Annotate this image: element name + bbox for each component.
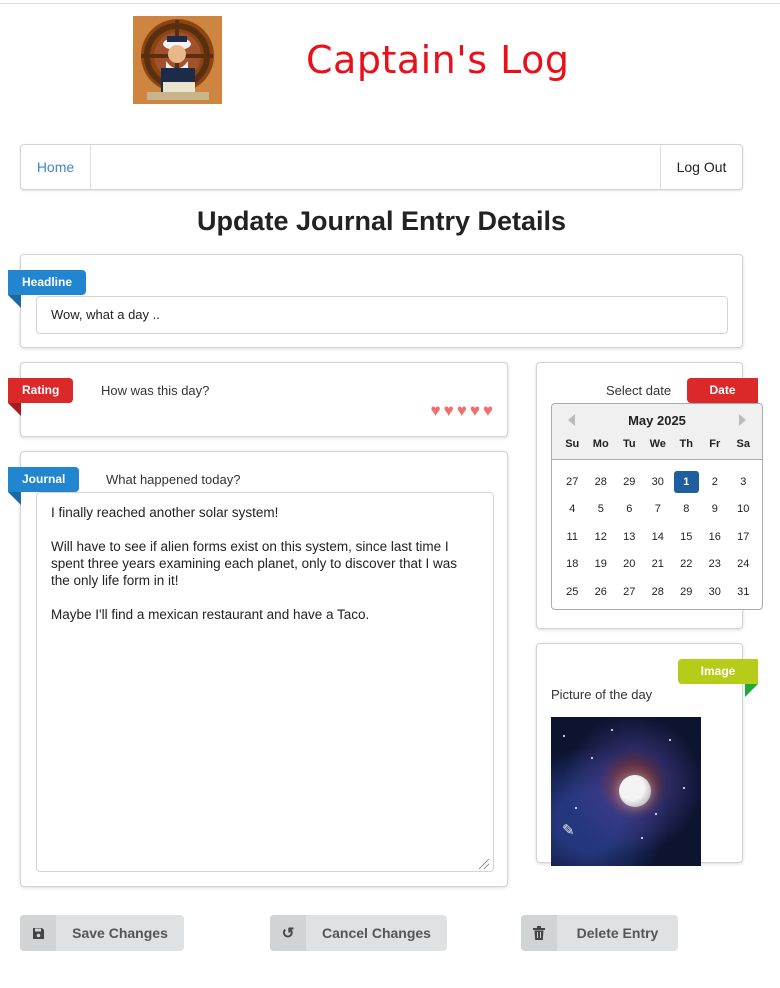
calendar-day[interactable]: 3 bbox=[729, 468, 758, 496]
rating-card: Rating How was this day? ♥ ♥ ♥ ♥ ♥ bbox=[8, 362, 508, 437]
weekday-label: Mo bbox=[592, 438, 609, 450]
calendar-day[interactable]: 13 bbox=[615, 523, 644, 551]
date-label: Select date bbox=[606, 383, 672, 398]
calendar-day[interactable]: 6 bbox=[615, 496, 644, 524]
image-card: Image Picture of the day ✎ bbox=[536, 643, 758, 866]
undo-icon: ↺ bbox=[270, 915, 306, 951]
calendar-day[interactable]: 22 bbox=[672, 551, 701, 579]
weekday-label: Fr bbox=[709, 438, 721, 450]
calendar-day[interactable]: 25 bbox=[558, 578, 587, 606]
heart-icon[interactable]: ♥ bbox=[444, 402, 454, 419]
calendar-day[interactable]: 17 bbox=[729, 523, 758, 551]
calendar-day[interactable]: 15 bbox=[672, 523, 701, 551]
calendar-day[interactable]: 16 bbox=[701, 523, 730, 551]
heart-icon[interactable]: ♥ bbox=[470, 402, 480, 419]
top-navbar: Home Log Out bbox=[20, 144, 743, 190]
journal-textarea[interactable]: I finally reached another solar system! … bbox=[36, 492, 494, 872]
calendar-day[interactable]: 28 bbox=[587, 468, 616, 496]
image-label: Picture of the day bbox=[551, 687, 653, 702]
calendar-day[interactable]: 9 bbox=[701, 496, 730, 524]
calendar-day-selected[interactable]: 1 bbox=[674, 471, 699, 493]
calendar-day[interactable]: 28 bbox=[644, 578, 673, 606]
heart-icon[interactable]: ♥ bbox=[483, 402, 493, 419]
delete-entry-label: Delete Entry bbox=[576, 925, 659, 941]
picture-of-the-day[interactable]: ✎ bbox=[551, 717, 701, 866]
journal-card: Journal What happened today? I finally r… bbox=[8, 451, 508, 887]
captain-logo bbox=[133, 16, 222, 104]
save-changes-button[interactable]: Save Changes bbox=[20, 915, 184, 951]
floppy-disk-icon bbox=[20, 915, 56, 951]
calendar-day[interactable]: 19 bbox=[587, 551, 616, 579]
journal-prompt: What happened today? bbox=[106, 472, 241, 487]
calendar-day[interactable]: 5 bbox=[587, 496, 616, 524]
calendar-widget: May 2025 Su Mo Tu We Th Fr Sa 27 28 29 30 1 2 3 4 5 6 7 8… bbox=[551, 403, 763, 610]
calendar-day[interactable]: 18 bbox=[558, 551, 587, 579]
next-month-icon[interactable] bbox=[739, 414, 746, 426]
image-ribbon: Image bbox=[678, 659, 758, 697]
calendar-day[interactable]: 10 bbox=[729, 496, 758, 524]
headline-ribbon: Headline bbox=[8, 270, 87, 308]
date-card: Select date Date May 2025 Su Mo Tu We Th Fr Sa… bbox=[536, 362, 763, 629]
calendar-day[interactable]: 2 bbox=[701, 468, 730, 496]
moon bbox=[619, 775, 651, 807]
headline-card: Headline Wow, what a day .. bbox=[8, 254, 743, 348]
save-changes-label: Save Changes bbox=[72, 925, 168, 941]
calendar-day[interactable]: 11 bbox=[558, 523, 587, 551]
calendar-day[interactable]: 24 bbox=[729, 551, 758, 579]
calendar-day[interactable]: 27 bbox=[558, 468, 587, 496]
headline-input[interactable]: Wow, what a day .. bbox=[36, 296, 728, 334]
site-title: Captain's Log bbox=[306, 38, 570, 82]
calendar-day[interactable]: 30 bbox=[701, 578, 730, 606]
cancel-changes-button[interactable]: ↺ Cancel Changes bbox=[270, 915, 447, 951]
calendar-day[interactable]: 23 bbox=[701, 551, 730, 579]
weekday-label: Su bbox=[565, 438, 580, 450]
calendar-day[interactable]: 21 bbox=[644, 551, 673, 579]
heart-rating[interactable]: ♥ ♥ ♥ ♥ ♥ bbox=[431, 402, 493, 419]
page-title: Update Journal Entry Details bbox=[196, 206, 567, 236]
calendar-day[interactable]: 14 bbox=[644, 523, 673, 551]
rating-prompt: How was this day? bbox=[101, 383, 210, 398]
calendar-header: May 2025 Su Mo Tu We Th Fr Sa bbox=[552, 404, 762, 460]
calendar-day[interactable]: 31 bbox=[729, 578, 758, 606]
date-ribbon: Date bbox=[687, 378, 758, 416]
calendar-day[interactable]: 29 bbox=[672, 578, 701, 606]
rating-ribbon: Rating bbox=[8, 378, 74, 416]
cancel-changes-label: Cancel Changes bbox=[322, 925, 431, 941]
nav-home-link[interactable]: Home bbox=[21, 145, 91, 189]
pencil-icon[interactable]: ✎ bbox=[562, 821, 575, 839]
calendar-day[interactable]: 20 bbox=[615, 551, 644, 579]
heart-icon[interactable]: ♥ bbox=[457, 402, 467, 419]
calendar-day[interactable]: 30 bbox=[644, 468, 673, 496]
nav-logout-link[interactable]: Log Out bbox=[660, 145, 742, 189]
calendar-day[interactable]: 7 bbox=[644, 496, 673, 524]
resize-grip-icon[interactable] bbox=[479, 859, 489, 869]
calendar-days: 27 28 29 30 1 2 3 4 5 6 7 8 9 10 11 12 13 14 15 16 17 18 19 20 2… bbox=[558, 468, 758, 606]
top-border bbox=[0, 3, 780, 4]
calendar-day[interactable]: 8 bbox=[672, 496, 701, 524]
calendar-month: May 2025 bbox=[628, 413, 686, 428]
journal-ribbon: Journal bbox=[8, 467, 80, 505]
delete-entry-button[interactable]: Delete Entry bbox=[521, 915, 678, 951]
calendar-weekdays: Su Mo Tu We Th Fr Sa bbox=[558, 438, 758, 450]
calendar-day[interactable]: 4 bbox=[558, 496, 587, 524]
trash-icon bbox=[521, 915, 557, 951]
weekday-label: We bbox=[649, 438, 666, 450]
calendar-day[interactable]: 27 bbox=[615, 578, 644, 606]
calendar-day[interactable]: 12 bbox=[587, 523, 616, 551]
weekday-label: Tu bbox=[622, 438, 636, 450]
heart-icon[interactable]: ♥ bbox=[431, 402, 441, 419]
calendar-day[interactable]: 26 bbox=[587, 578, 616, 606]
weekday-label: Th bbox=[679, 438, 693, 450]
calendar-day[interactable]: 29 bbox=[615, 468, 644, 496]
weekday-label: Sa bbox=[736, 438, 750, 450]
